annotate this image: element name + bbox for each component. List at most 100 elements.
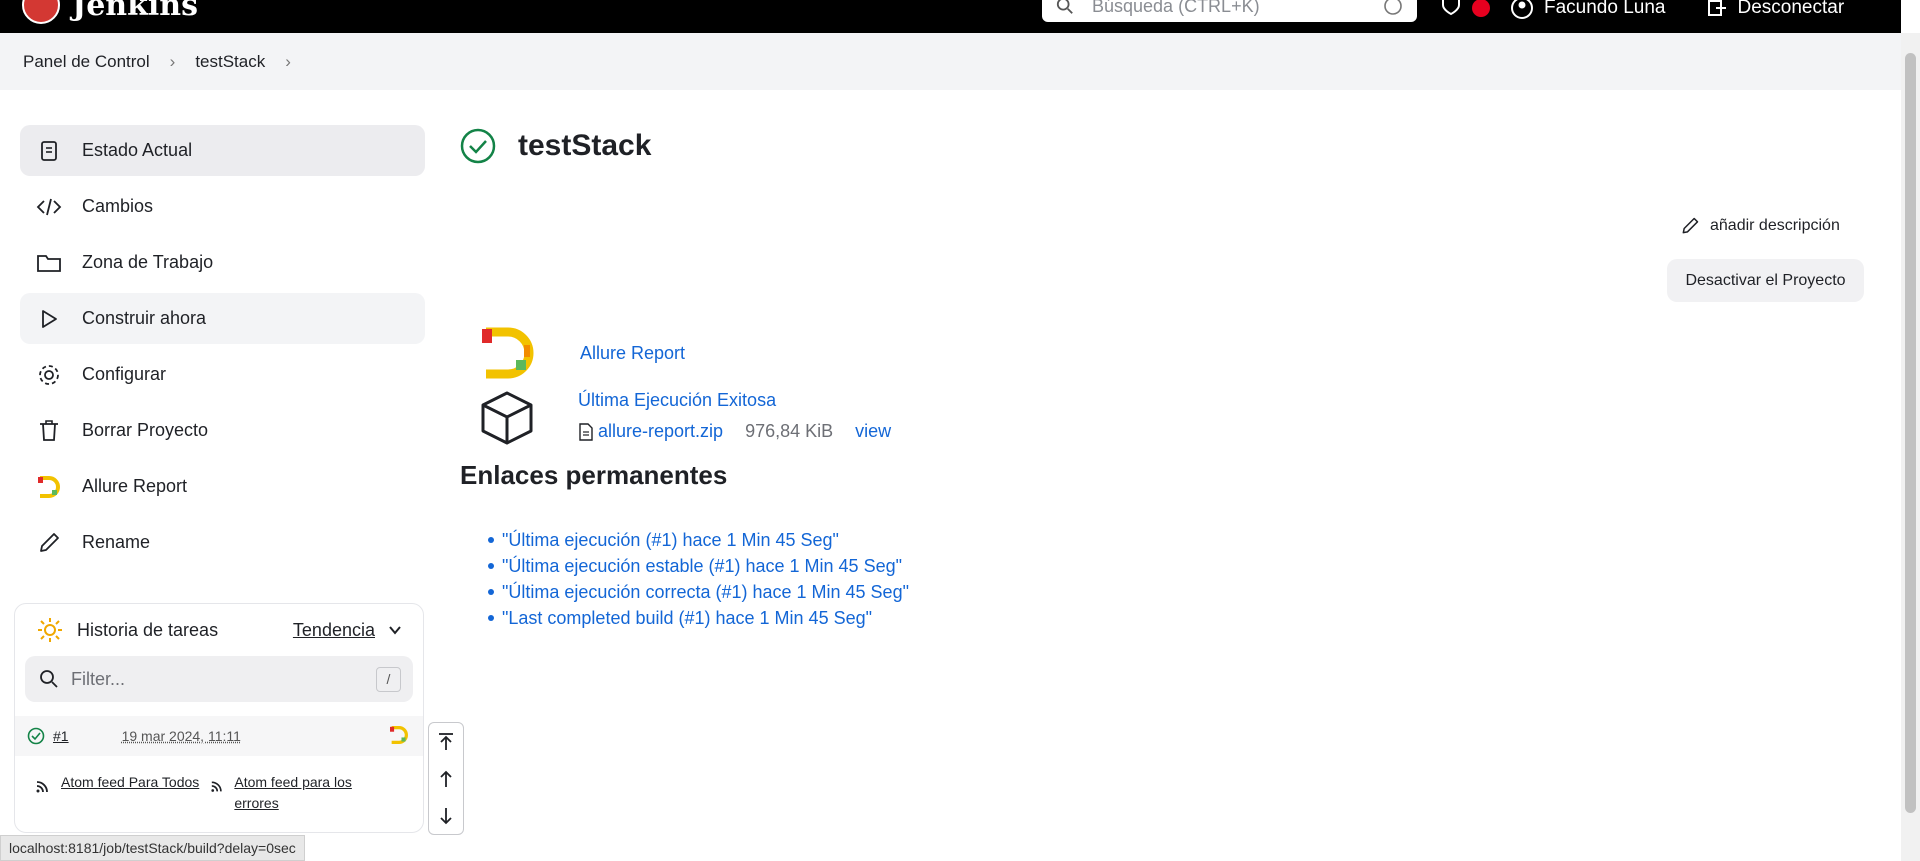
scroll-to-top-icon[interactable] [436, 732, 456, 752]
success-icon [27, 727, 45, 745]
sidebar-item-label: Estado Actual [82, 140, 193, 160]
search-icon [40, 670, 58, 688]
last-success-row: Última Ejecución Exitosa allure-report.z… [480, 390, 891, 451]
list-item: "Última ejecución estable (#1) hace 1 Mi… [488, 553, 909, 579]
chevron-right-icon[interactable]: › [285, 52, 291, 72]
allure-report-link[interactable]: Allure Report [580, 343, 685, 364]
success-icon [460, 128, 496, 164]
list-item: "Last completed build (#1) hace 1 Min 45… [488, 605, 909, 631]
pencil-icon [36, 530, 62, 556]
permalink-last-completed[interactable]: "Last completed build (#1) hace 1 Min 45… [502, 608, 872, 629]
status-icon [36, 138, 62, 164]
build-filter-input[interactable]: Filter... / [25, 656, 413, 702]
filter-shortcut-key: / [376, 666, 401, 692]
notification-badge[interactable] [1472, 0, 1490, 17]
add-description-link[interactable]: añadir descripción [1680, 216, 1840, 236]
sidebar-item-changes[interactable]: Cambios [20, 181, 425, 232]
atom-feed-all-link[interactable]: Atom feed Para Todos [35, 772, 210, 814]
allure-icon[interactable] [389, 725, 409, 747]
arrow-down-icon[interactable] [436, 806, 456, 826]
jenkins-logo[interactable]: Jenkins [22, 0, 198, 24]
rss-icon [36, 781, 48, 793]
sidebar-item-workspace[interactable]: Zona de Trabajo [20, 237, 425, 288]
logout-link[interactable]: Desconectar [1706, 0, 1845, 19]
build-history-header: Historia de tareas Tendencia [15, 604, 423, 656]
jenkins-logo-icon [22, 0, 60, 24]
pencil-icon [1682, 217, 1699, 234]
sidebar-item-label: Zona de Trabajo [82, 252, 214, 272]
artifact-download-link[interactable]: allure-report.zip [598, 421, 723, 442]
sidebar-item-allure-report[interactable]: Allure Report [20, 461, 425, 512]
breadcrumb-dashboard[interactable]: Panel de Control [23, 52, 150, 72]
page-scrollbar[interactable] [1901, 33, 1920, 861]
app-name: Jenkins [72, 0, 198, 23]
artifact-view-link[interactable]: view [855, 421, 891, 442]
scrollbar-thumb[interactable] [1905, 53, 1916, 813]
breadcrumb-job[interactable]: testStack [195, 52, 265, 72]
permalink-last-stable[interactable]: "Última ejecución estable (#1) hace 1 Mi… [502, 556, 902, 577]
build-number-link[interactable]: #1 [53, 728, 69, 744]
disable-project-button[interactable]: Desactivar el Proyecto [1667, 259, 1864, 302]
play-icon [36, 306, 62, 332]
artifact-size: 976,84 KiB [745, 421, 834, 441]
browser-status-bar: localhost:8181/job/testStack/build?delay… [0, 835, 305, 861]
build-history-panel: Historia de tareas Tendencia Filter... /… [14, 603, 424, 833]
sidebar-item-label: Rename [82, 532, 151, 552]
permalink-last-build[interactable]: "Última ejecución (#1) hace 1 Min 45 Seg… [502, 530, 839, 551]
list-item: "Última ejecución correcta (#1) hace 1 M… [488, 579, 909, 605]
sun-icon [38, 618, 62, 642]
sidebar-item-configure[interactable]: Configurar [20, 349, 425, 400]
top-header: Jenkins Búsqueda (CTRL+K) Facundo Luna D… [0, 0, 1901, 33]
sidebar-item-label: Cambios [82, 196, 154, 216]
allure-logo-icon [480, 327, 538, 384]
user-icon [1511, 0, 1533, 19]
allure-report-row: Allure Report [480, 327, 685, 384]
permalinks-list: "Última ejecución (#1) hace 1 Min 45 Seg… [488, 527, 909, 631]
arrow-up-icon[interactable] [436, 769, 456, 789]
gear-icon [36, 362, 62, 388]
permalink-last-successful[interactable]: "Última ejecución correcta (#1) hace 1 M… [502, 582, 909, 603]
filter-placeholder: Filter... [71, 668, 126, 689]
sidebar-item-label: Borrar Proyecto [82, 420, 209, 440]
search-placeholder: Búsqueda (CTRL+K) [1092, 0, 1260, 16]
atom-feed-all-label: Atom feed Para Todos [61, 774, 200, 790]
atom-feed-errors-link[interactable]: Atom feed para los errores [210, 772, 385, 814]
trend-dropdown[interactable]: Tendencia [293, 620, 403, 641]
page-title: testStack [518, 129, 652, 162]
last-success-link[interactable]: Última Ejecución Exitosa [578, 390, 776, 410]
add-description-label: añadir descripción [1710, 217, 1840, 234]
allure-icon [36, 474, 62, 500]
help-icon[interactable] [1383, 0, 1403, 16]
sidebar-item-label: Allure Report [82, 476, 188, 496]
file-icon [579, 422, 593, 441]
history-scroll-controls [428, 722, 464, 835]
sidebar-item-status[interactable]: Estado Actual [20, 125, 425, 176]
permalinks-heading: Enlaces permanentes [460, 460, 728, 490]
sidebar-item-label: Configurar [82, 364, 167, 384]
sidebar: Estado Actual Cambios Zona de Trabajo Co… [20, 125, 425, 573]
search-icon [1056, 0, 1073, 14]
search-input[interactable]: Búsqueda (CTRL+K) [1042, 0, 1417, 22]
build-date-link[interactable]: 19 mar 2024, 11:11 [122, 728, 241, 744]
sidebar-item-rename[interactable]: Rename [20, 517, 425, 568]
security-shield-icon[interactable] [1440, 0, 1462, 22]
sidebar-item-delete-project[interactable]: Borrar Proyecto [20, 405, 425, 456]
user-menu[interactable]: Facundo Luna [1510, 0, 1666, 20]
logout-icon [1707, 0, 1726, 16]
sidebar-item-build-now[interactable]: Construir ahora [20, 293, 425, 344]
chevron-right-icon[interactable]: › [170, 52, 176, 72]
rss-icon [211, 781, 222, 792]
build-history-title: Historia de tareas [77, 619, 219, 640]
trend-label: Tendencia [292, 619, 375, 640]
sidebar-item-label: Construir ahora [82, 308, 207, 328]
breadcrumb: Panel de Control › testStack › [0, 33, 1901, 90]
list-item: "Última ejecución (#1) hace 1 Min 45 Seg… [488, 527, 909, 553]
code-icon [36, 194, 62, 220]
trash-icon [36, 418, 62, 444]
logout-label: Desconectar [1737, 0, 1845, 18]
folder-icon [36, 250, 62, 276]
package-icon [480, 390, 534, 451]
chevron-down-icon [389, 626, 401, 635]
user-name: Facundo Luna [1544, 0, 1666, 18]
build-row[interactable]: #1 19 mar 2024, 11:11 [15, 716, 423, 756]
